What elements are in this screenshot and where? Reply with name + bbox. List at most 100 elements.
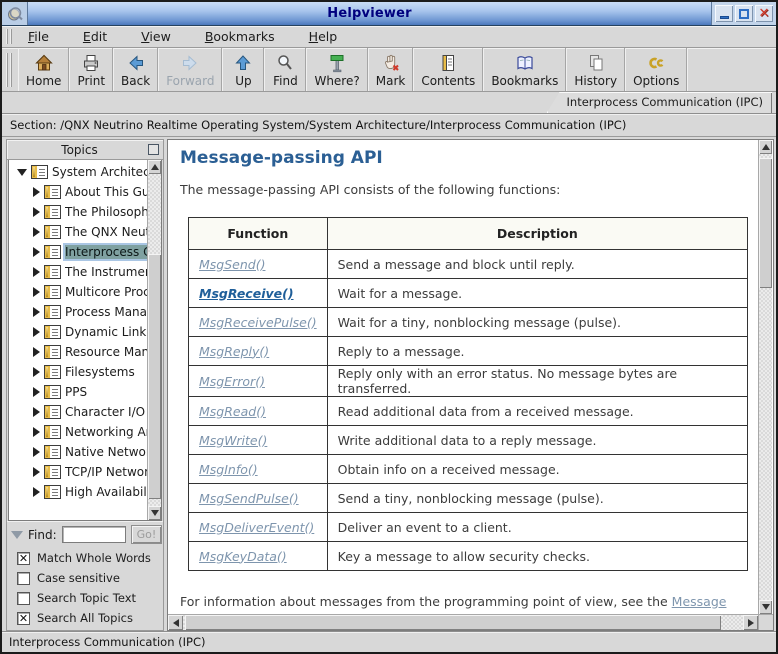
- options-button[interactable]: Options: [625, 48, 687, 91]
- expand-icon[interactable]: [33, 187, 40, 197]
- expand-icon[interactable]: [33, 227, 40, 237]
- history-button[interactable]: History: [566, 48, 625, 91]
- minimize-button[interactable]: [715, 5, 733, 22]
- checkbox-unchecked-icon[interactable]: [17, 592, 30, 605]
- tree-item-character-io[interactable]: Character I/O: [9, 402, 147, 422]
- scroll-track[interactable]: [148, 174, 161, 506]
- menu-bookmarks[interactable]: Bookmarks: [195, 27, 285, 46]
- tree-item-about-this-guide[interactable]: About This Guide: [9, 182, 147, 202]
- tree-item-high-availability[interactable]: High Availability: [9, 482, 147, 502]
- expand-icon[interactable]: [33, 327, 40, 337]
- contents-book-icon: [438, 53, 458, 73]
- msgsendpulse-link[interactable]: MsgSendPulse(): [199, 491, 299, 506]
- search-topic-text-option[interactable]: Search Topic Text: [17, 590, 159, 606]
- book-icon: [44, 325, 61, 339]
- tree-item-dynamic-linking[interactable]: Dynamic Linking: [9, 322, 147, 342]
- msgerror-link[interactable]: MsgError(): [199, 374, 265, 389]
- scroll-thumb[interactable]: [185, 615, 721, 630]
- go-button[interactable]: Go!: [131, 525, 163, 544]
- match-whole-words-option[interactable]: ✕ Match Whole Words: [17, 550, 159, 566]
- tree-item-philosophy[interactable]: The Philosophy of QNX Neutrino: [9, 202, 147, 222]
- search-all-topics-option[interactable]: ✕ Search All Topics: [17, 610, 159, 626]
- scroll-left-button[interactable]: [168, 615, 183, 630]
- forward-button[interactable]: Forward: [158, 48, 222, 91]
- scroll-thumb[interactable]: [759, 158, 772, 287]
- msgreceive-link[interactable]: MsgReceive(): [199, 286, 294, 301]
- msgreceivepulse-link[interactable]: MsgReceivePulse(): [199, 315, 317, 330]
- msgdeliverevent-link[interactable]: MsgDeliverEvent(): [199, 520, 314, 535]
- menu-help[interactable]: Help: [299, 27, 348, 46]
- tree-item-networking[interactable]: Networking Architecture: [9, 422, 147, 442]
- scroll-down-button[interactable]: [759, 600, 772, 614]
- checkbox-checked-icon[interactable]: ✕: [17, 612, 30, 625]
- expand-icon[interactable]: [33, 367, 40, 377]
- expand-icon[interactable]: [33, 447, 40, 457]
- tree-item-process-manager[interactable]: Process Manager: [9, 302, 147, 322]
- expand-icon[interactable]: [33, 487, 40, 497]
- msgkeydata-link[interactable]: MsgKeyData(): [199, 549, 287, 564]
- expand-icon[interactable]: [33, 267, 40, 277]
- bookmarks-button[interactable]: Bookmarks: [483, 48, 566, 91]
- tree-scrollbar[interactable]: [147, 160, 161, 520]
- scroll-thumb[interactable]: [148, 254, 161, 500]
- panel-detach-button[interactable]: [148, 144, 159, 155]
- print-button[interactable]: Print: [69, 48, 113, 91]
- checkbox-unchecked-icon[interactable]: [17, 572, 30, 585]
- tree-item-native-networking[interactable]: Native Networking (Qnet): [9, 442, 147, 462]
- tree-item-filesystems[interactable]: Filesystems: [9, 362, 147, 382]
- msgsend-link[interactable]: MsgSend(): [199, 257, 265, 272]
- msginfo-link[interactable]: MsgInfo(): [199, 462, 258, 477]
- expand-icon[interactable]: [33, 347, 40, 357]
- msgreply-link[interactable]: MsgReply(): [199, 344, 269, 359]
- menubar-grip[interactable]: [6, 29, 12, 44]
- content-horizontal-scrollbar[interactable]: [168, 614, 758, 630]
- scroll-up-button[interactable]: [148, 160, 161, 174]
- tree-item-multicore[interactable]: Multicore Processing: [9, 282, 147, 302]
- main-area: Topics System Architecture About This Gu…: [2, 137, 776, 631]
- find-input[interactable]: [62, 526, 126, 543]
- tree-item-system-architecture[interactable]: System Architecture: [9, 162, 147, 182]
- expand-icon[interactable]: [33, 207, 40, 217]
- find-button[interactable]: Find: [264, 48, 306, 91]
- tree-item-microkernel[interactable]: The QNX Neutrino Microkernel: [9, 222, 147, 242]
- scroll-right-button[interactable]: [743, 615, 758, 630]
- toolbar-grip[interactable]: [6, 53, 12, 87]
- expand-icon[interactable]: [33, 427, 40, 437]
- contents-button[interactable]: Contents: [413, 48, 483, 91]
- expand-icon[interactable]: [33, 307, 40, 317]
- up-button[interactable]: Up: [222, 48, 264, 91]
- expand-icon[interactable]: [33, 387, 40, 397]
- maximize-button[interactable]: [735, 5, 753, 22]
- window-menu-button[interactable]: [2, 2, 28, 25]
- tree-item-instrumented-microkernel[interactable]: The Instrumented Microkernel: [9, 262, 147, 282]
- checkbox-checked-icon[interactable]: ✕: [17, 552, 30, 565]
- expand-icon[interactable]: [33, 407, 40, 417]
- expand-icon[interactable]: [33, 467, 40, 477]
- tab-interprocess-communication[interactable]: Interprocess Communication (IPC): [547, 92, 772, 113]
- back-button[interactable]: Back: [113, 48, 158, 91]
- home-button[interactable]: Home: [18, 48, 69, 91]
- mark-button[interactable]: Mark: [368, 48, 414, 91]
- tree-item-resource-managers[interactable]: Resource Managers: [9, 342, 147, 362]
- case-sensitive-option[interactable]: Case sensitive: [17, 570, 159, 586]
- menu-view[interactable]: View: [131, 27, 181, 46]
- find-collapse-icon[interactable]: [11, 531, 23, 539]
- scroll-track[interactable]: [759, 154, 772, 600]
- menu-edit[interactable]: Edit: [73, 27, 117, 46]
- where-button[interactable]: Where?: [306, 48, 367, 91]
- menu-file[interactable]: File: [18, 27, 59, 46]
- scroll-track[interactable]: [183, 615, 743, 630]
- tree-item-tcpip-networking[interactable]: TCP/IP Networking: [9, 462, 147, 482]
- content-vertical-scrollbar[interactable]: [758, 140, 772, 614]
- msgwrite-link[interactable]: MsgWrite(): [199, 433, 267, 448]
- expand-icon[interactable]: [33, 247, 40, 257]
- down-arrow-icon: [762, 604, 770, 610]
- scroll-down-button[interactable]: [148, 506, 161, 520]
- msgread-link[interactable]: MsgRead(): [199, 404, 266, 419]
- close-button[interactable]: ✕: [755, 5, 773, 22]
- tree-item-interprocess-communication[interactable]: Interprocess Communication (IPC): [9, 242, 147, 262]
- expand-icon[interactable]: [33, 287, 40, 297]
- scroll-up-button[interactable]: [759, 140, 772, 154]
- tree-item-pps[interactable]: PPS: [9, 382, 147, 402]
- collapse-icon[interactable]: [17, 169, 27, 176]
